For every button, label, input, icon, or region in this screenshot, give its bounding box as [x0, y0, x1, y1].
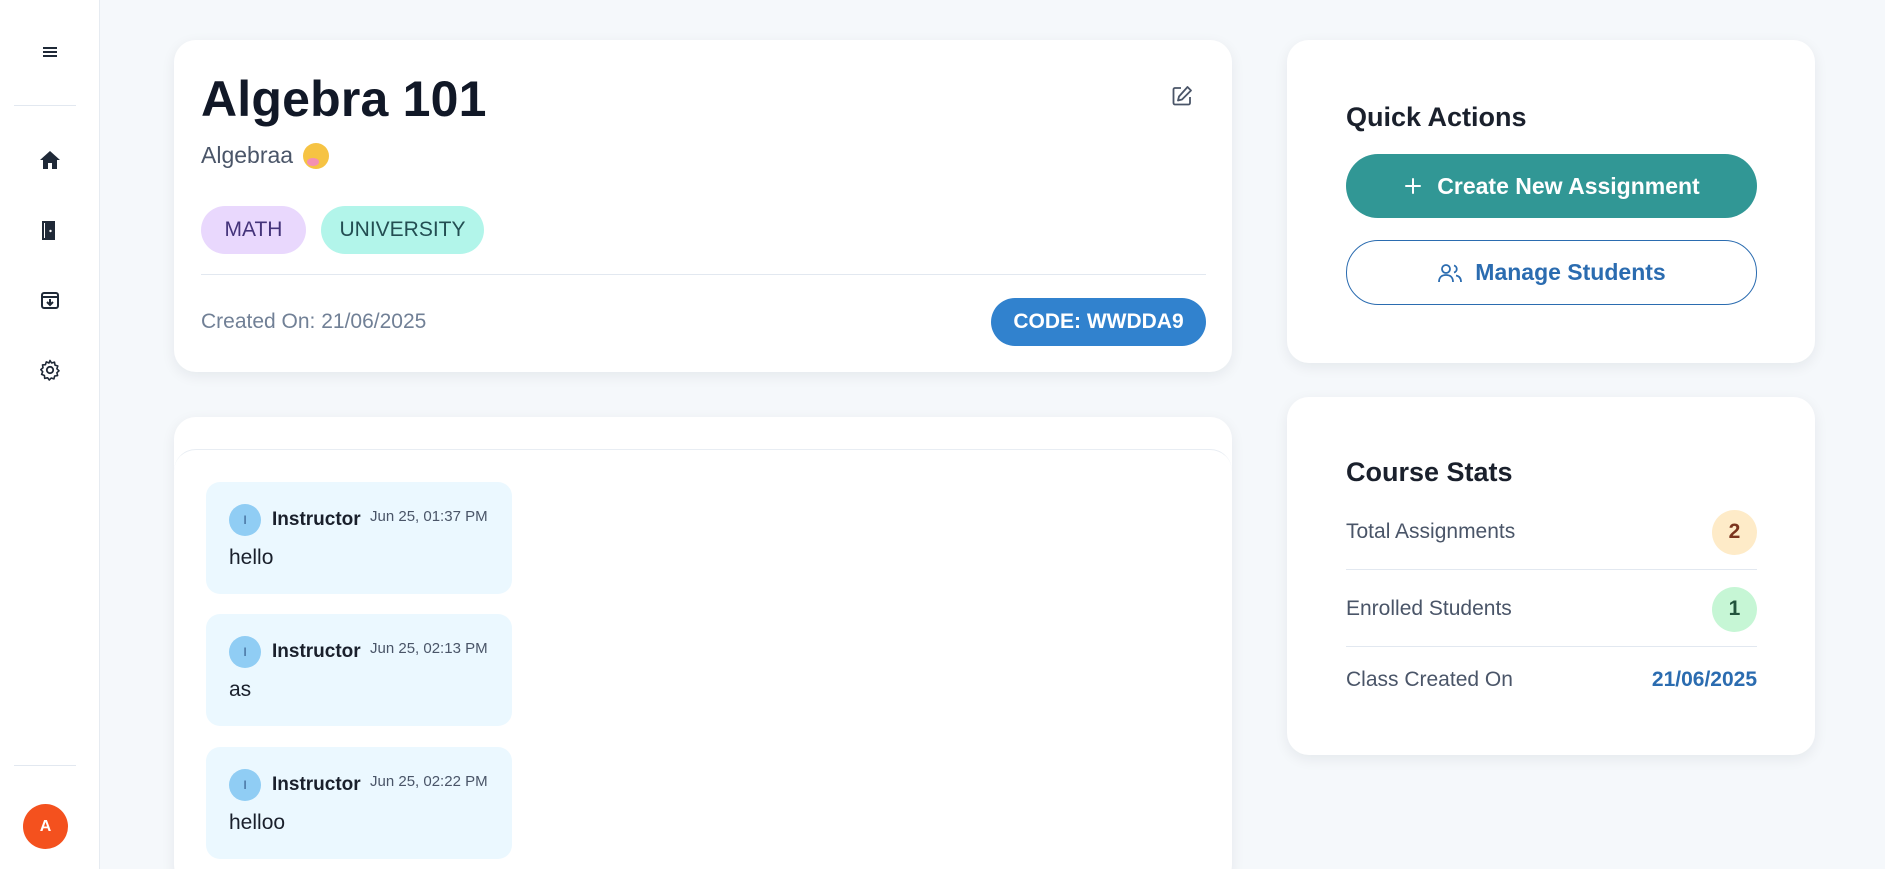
class-subtitle-text: Algebraa: [201, 142, 294, 168]
message-time: Jun 25, 02:13 PM: [370, 640, 488, 657]
create-assignment-button[interactable]: Create New Assignment: [1346, 154, 1757, 218]
yawning-emoji-icon: [303, 142, 330, 169]
tag-math: MATH: [201, 206, 306, 254]
user-avatar[interactable]: A: [23, 804, 68, 849]
archive-icon[interactable]: [30, 280, 70, 320]
author-avatar: I: [229, 769, 261, 801]
message-author: Instructor: [272, 641, 361, 662]
class-subtitle: Algebraa: [201, 142, 330, 169]
message-time: Jun 25, 01:37 PM: [370, 508, 488, 525]
sidebar-divider: [14, 765, 76, 766]
message-list: I Instructor Jun 25, 01:37 PM hello I In…: [174, 449, 1232, 869]
stat-label: Enrolled Students: [1346, 597, 1512, 620]
menu-icon[interactable]: [30, 32, 70, 72]
message-item: I Instructor Jun 25, 02:22 PM helloo: [206, 747, 512, 859]
message-text: helloo: [229, 811, 286, 834]
class-code-badge[interactable]: CODE: WWDDA9: [991, 298, 1206, 346]
stat-row-total-assignments: Total Assignments 2: [1346, 509, 1757, 555]
course-stats-card: Course Stats Total Assignments 2 Enrolle…: [1287, 397, 1815, 755]
plus-icon: [1405, 178, 1422, 194]
sidebar-divider: [14, 105, 76, 106]
author-avatar: I: [229, 504, 261, 536]
quick-actions-title: Quick Actions: [1346, 102, 1527, 132]
message-item: I Instructor Jun 25, 02:13 PM as: [206, 614, 512, 726]
stat-divider: [1346, 569, 1757, 570]
stat-row-class-created: Class Created On 21/06/2025: [1346, 657, 1757, 703]
message-stream-card: I Instructor Jun 25, 01:37 PM hello I In…: [174, 417, 1232, 869]
message-item: I Instructor Jun 25, 01:37 PM hello: [206, 482, 512, 594]
create-assignment-label: Create New Assignment: [1437, 172, 1700, 199]
message-author: Instructor: [272, 509, 361, 530]
stat-label: Class Created On: [1346, 668, 1513, 691]
message-text: hello: [229, 546, 274, 569]
enrolled-students-badge: 1: [1712, 586, 1757, 632]
class-created-date: 21/06/2025: [1651, 668, 1757, 691]
card-divider: [201, 274, 1206, 275]
class-title: Algebra 101: [201, 71, 487, 127]
total-assignments-badge: 2: [1712, 509, 1757, 555]
created-on-text: Created On: 21/06/2025: [201, 310, 427, 333]
sidebar: A: [0, 0, 100, 869]
manage-students-label: Manage Students: [1475, 259, 1666, 285]
stat-row-enrolled-students: Enrolled Students 1: [1346, 586, 1757, 632]
message-time: Jun 25, 02:22 PM: [370, 773, 488, 790]
message-author: Instructor: [272, 774, 361, 795]
stat-divider: [1346, 646, 1757, 647]
stat-label: Total Assignments: [1346, 520, 1516, 543]
quick-actions-card: Quick Actions Create New Assignment Mana…: [1287, 40, 1815, 363]
class-header-card: Algebra 101 Algebraa MATH UNIVERSITY Cre…: [174, 40, 1232, 372]
edit-pencil-icon: [1172, 86, 1192, 106]
manage-students-button[interactable]: Manage Students: [1346, 240, 1757, 305]
edit-class-button[interactable]: [1162, 76, 1202, 116]
tag-university: UNIVERSITY: [321, 206, 484, 254]
message-text: as: [229, 678, 252, 701]
course-stats-title: Course Stats: [1346, 457, 1513, 487]
author-avatar: I: [229, 636, 261, 668]
door-exit-icon[interactable]: [30, 210, 70, 250]
users-icon: [1438, 263, 1463, 282]
settings-gear-icon[interactable]: [30, 350, 70, 390]
home-icon[interactable]: [30, 140, 70, 180]
